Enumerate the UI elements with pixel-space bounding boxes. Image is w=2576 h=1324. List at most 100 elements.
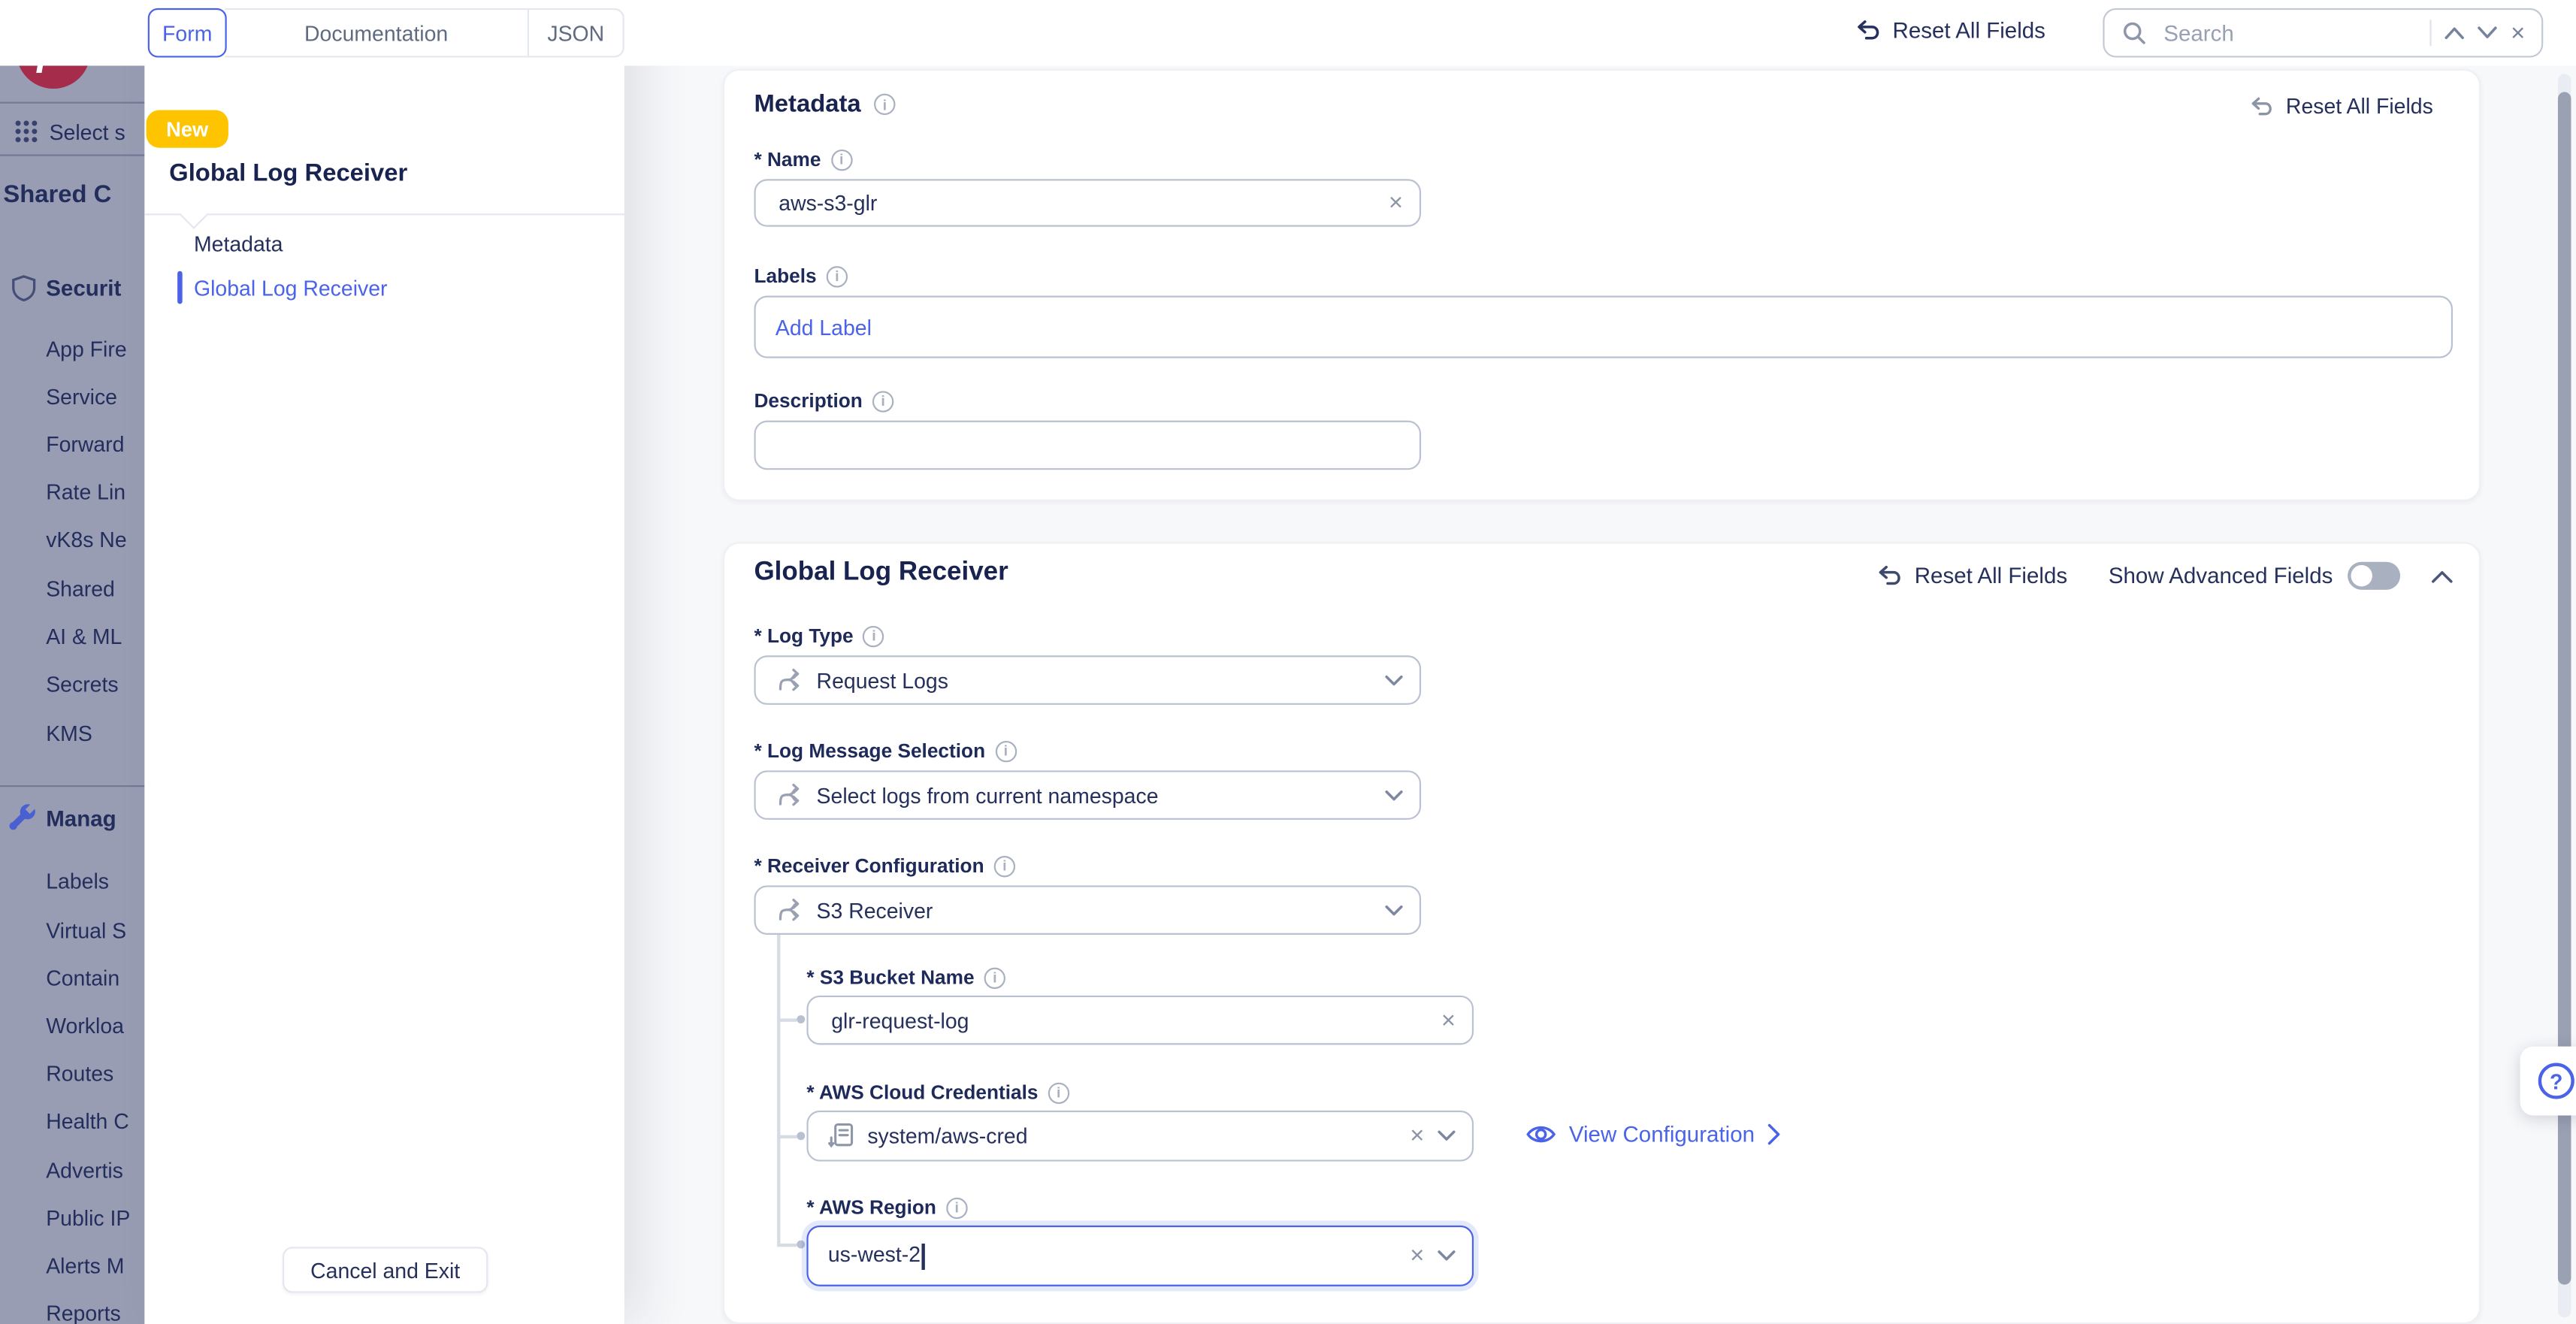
sidebar-item[interactable]: Forward — [46, 432, 124, 457]
s3-bucket-name-input[interactable] — [828, 1006, 1428, 1034]
sidebar-item[interactable]: App Fire — [46, 337, 126, 361]
description-input[interactable] — [776, 431, 1403, 459]
sidebar-item[interactable]: Advertis — [46, 1158, 123, 1183]
tab-form[interactable]: Form — [148, 8, 227, 58]
log-msg-label-text: * Log Message Selection — [754, 739, 985, 763]
labels-field-label: Labels i — [754, 264, 848, 288]
log-message-selection-value: Select logs from current namespace — [817, 783, 1372, 808]
sidebar-section-manage[interactable]: Manag — [46, 806, 116, 831]
add-label-button[interactable]: Add Label — [776, 315, 872, 340]
shield-icon — [10, 274, 38, 302]
metadata-reset-all-fields-button[interactable]: Reset All Fields — [2248, 94, 2433, 119]
info-icon[interactable]: i — [831, 149, 852, 170]
search-next-icon[interactable] — [2478, 26, 2497, 39]
aws-region-value: us-west-2 — [828, 1242, 1397, 1269]
sidebar-item[interactable]: Rate Lin — [46, 479, 125, 504]
help-button[interactable]: ? — [2520, 1047, 2576, 1116]
clear-icon[interactable]: × — [1441, 1008, 1456, 1032]
show-advanced-fields-toggle[interactable] — [2348, 562, 2400, 590]
cancel-and-exit-button[interactable]: Cancel and Exit — [283, 1247, 488, 1292]
app-window: Form Documentation JSON Reset All Fields… — [0, 0, 2576, 1324]
aws-cloud-credentials-value: system/aws-cred — [867, 1123, 1396, 1148]
sidebar-item[interactable]: Virtual S — [46, 918, 126, 943]
info-icon[interactable]: i — [874, 94, 895, 115]
sidebar-item[interactable]: Routes — [46, 1061, 113, 1086]
clear-icon[interactable]: × — [1410, 1123, 1424, 1148]
aws-region-text: us-west-2 — [828, 1242, 921, 1267]
sidebar-item[interactable]: Alerts M — [46, 1253, 124, 1278]
panel-nav-metadata[interactable]: Metadata — [194, 231, 283, 256]
sidebar-item[interactable]: Service — [46, 385, 117, 410]
info-icon[interactable]: i — [863, 625, 884, 646]
sidebar-item[interactable]: AI & ML — [46, 624, 122, 649]
panel-collapse-notch[interactable] — [180, 201, 207, 229]
undo-icon — [2248, 95, 2275, 118]
panel-nav-global-log-receiver[interactable]: Global Log Receiver — [194, 276, 388, 301]
sidebar-item[interactable]: Shared — [46, 576, 115, 601]
info-icon[interactable]: i — [1048, 1082, 1069, 1103]
wrench-icon — [8, 803, 38, 833]
search-prev-icon[interactable] — [2445, 26, 2465, 39]
tree-connector-line — [777, 935, 779, 1244]
search-input[interactable] — [2160, 19, 2417, 47]
description-field-label: Description i — [754, 389, 893, 413]
view-configuration-link[interactable]: View Configuration — [1526, 1122, 1781, 1147]
s3-bucket-name-field: × — [806, 996, 1474, 1045]
log-message-selection-label: * Log Message Selection i — [754, 739, 1016, 763]
select-service-button[interactable]: Select s — [50, 120, 125, 145]
sidebar-item[interactable]: Contain — [46, 966, 119, 990]
info-icon[interactable]: i — [994, 855, 1015, 876]
receiver-configuration-select[interactable]: S3 Receiver — [754, 885, 1421, 935]
sidebar-item[interactable]: KMS — [46, 721, 92, 746]
sidebar-section-security[interactable]: Securit — [46, 276, 121, 301]
labels-field[interactable]: Add Label — [754, 296, 2453, 358]
global-log-receiver-card: Global Log Receiver Reset All Fields Sho… — [723, 542, 2481, 1324]
tree-connector-elbow — [777, 1135, 797, 1138]
metadata-title-text: Metadata — [754, 90, 860, 118]
info-icon[interactable]: i — [984, 967, 1005, 988]
metadata-card-title: Metadata i — [754, 90, 895, 118]
bucket-label-text: * S3 Bucket Name — [806, 966, 974, 989]
panel-divider — [144, 213, 624, 215]
sidebar-item[interactable]: Labels — [46, 869, 109, 894]
collapse-section-icon[interactable] — [2432, 570, 2453, 582]
aws-cloud-credentials-select[interactable]: system/aws-cred × — [806, 1111, 1474, 1162]
clear-icon[interactable]: × — [1389, 191, 1403, 216]
undo-icon — [1853, 18, 1881, 43]
log-message-selection-select[interactable]: Select logs from current namespace — [754, 770, 1421, 820]
search-box: × — [2103, 8, 2543, 58]
log-type-select[interactable]: Request Logs — [754, 655, 1421, 705]
text-cursor — [922, 1243, 924, 1269]
tree-connector-dot — [797, 1015, 805, 1023]
info-icon[interactable]: i — [995, 740, 1016, 761]
chevron-down-icon — [1385, 789, 1403, 800]
aws-region-combobox[interactable]: us-west-2 × — [806, 1226, 1474, 1286]
info-icon[interactable]: i — [872, 390, 893, 411]
glr-reset-all-fields-button[interactable]: Reset All Fields — [1875, 564, 2067, 588]
sidebar-item[interactable]: Health C — [46, 1109, 129, 1134]
sidebar-item[interactable]: vK8s Ne — [46, 527, 126, 552]
name-input[interactable] — [776, 189, 1375, 216]
info-icon[interactable]: i — [827, 265, 848, 286]
sidebar-item[interactable]: Secrets — [46, 672, 118, 697]
form-navigator-panel: New Global Log Receiver Metadata Global … — [144, 0, 624, 1324]
reset-all-fields-button[interactable]: Reset All Fields — [1853, 18, 2045, 43]
sidebar-item[interactable]: Workloa — [46, 1014, 124, 1038]
glr-reset-label: Reset All Fields — [1915, 564, 2067, 588]
receiver-configuration-label: * Receiver Configuration i — [754, 854, 1015, 878]
sidebar-item[interactable]: Reports — [46, 1301, 121, 1324]
search-close-icon[interactable]: × — [2511, 20, 2525, 45]
info-icon[interactable]: i — [946, 1197, 967, 1218]
tab-documentation[interactable]: Documentation — [225, 10, 528, 56]
receiver-label-text: * Receiver Configuration — [754, 854, 984, 878]
s3-bucket-name-label: * S3 Bucket Name i — [806, 966, 1005, 989]
sidebar-item[interactable]: Public IP — [46, 1206, 130, 1231]
log-type-label-text: * Log Type — [754, 624, 853, 648]
glr-card-title: Global Log Receiver — [754, 558, 1008, 588]
tab-json[interactable]: JSON — [528, 10, 623, 56]
clear-icon[interactable]: × — [1410, 1244, 1424, 1268]
top-bar: Form Documentation JSON Reset All Fields… — [0, 0, 2576, 65]
branch-icon — [776, 782, 803, 809]
branch-icon — [776, 667, 803, 694]
description-label-text: Description — [754, 389, 862, 413]
